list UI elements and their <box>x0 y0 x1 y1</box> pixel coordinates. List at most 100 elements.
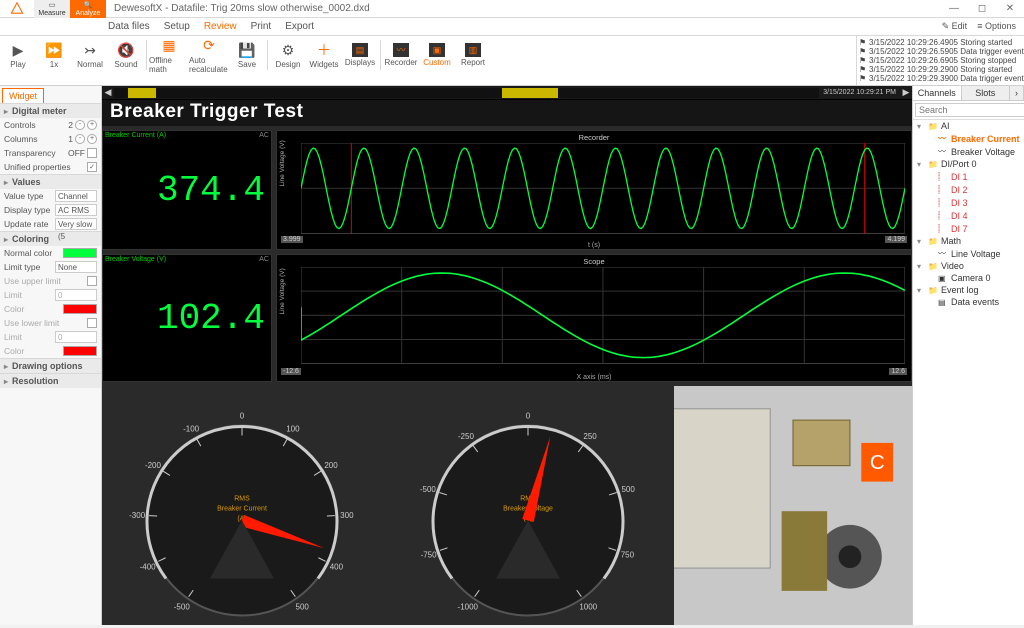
menu-review[interactable]: Review <box>204 21 237 32</box>
channel-tree[interactable]: ▾📁AI〰Breaker Current〰Breaker Voltage▾📁DI… <box>913 120 1024 625</box>
tree-node[interactable]: 〰Line Voltage <box>913 247 1024 260</box>
ribbon-toolbar: ▶Play ⏩1x ↣Normal 🔇Sound ▦Offline math ⟳… <box>0 36 491 74</box>
columns-dec[interactable]: - <box>75 134 85 144</box>
svg-text:-500: -500 <box>420 485 437 494</box>
tree-node[interactable]: ▾📁DI/Port 0 <box>913 158 1024 170</box>
normal-button[interactable]: ↣Normal <box>72 36 108 74</box>
recalc-icon: ⟳ <box>200 37 218 55</box>
use-upper-toggle[interactable] <box>87 276 97 286</box>
menu-setup[interactable]: Setup <box>164 21 190 32</box>
play-icon: ▶ <box>9 41 27 59</box>
tree-node[interactable]: ⸽DI 3 <box>913 196 1024 209</box>
report-button[interactable]: ▥Report <box>455 36 491 74</box>
recorder-button[interactable]: 〰Recorder <box>383 36 419 74</box>
event-row: ⚑3/15/2022 10:29:26.5905 Data trigger ev… <box>859 47 1022 56</box>
maximize-button[interactable]: ◻ <box>968 0 996 18</box>
tree-node[interactable]: ▣Camera 0 <box>913 272 1024 284</box>
upper-limit-field[interactable]: 0 <box>55 289 97 301</box>
svg-text:0: 0 <box>240 412 245 421</box>
channels-panel: Channels Slots › 🔍 ▾ ▾📁AI〰Breaker Curren… <box>912 86 1024 625</box>
magnifier-icon: 🔍 <box>84 1 93 9</box>
svg-text:-1000: -1000 <box>458 603 479 612</box>
tree-node[interactable]: ⸽DI 4 <box>913 209 1024 222</box>
event-row: ⚑3/15/2022 10:29:29.2900 Storing started <box>859 65 1022 74</box>
offline-math-button[interactable]: ▦Offline math <box>149 36 189 74</box>
channel-search-input[interactable] <box>915 103 1024 117</box>
tree-node[interactable]: ⸽DI 1 <box>913 170 1024 183</box>
current-value: 374.4 <box>103 131 271 249</box>
widget-tab[interactable]: Widget <box>2 88 44 103</box>
tree-node[interactable]: ▾📁Math <box>913 235 1024 247</box>
update-rate-select[interactable]: Very slow (5 <box>55 218 97 230</box>
menu-print[interactable]: Print <box>251 21 272 32</box>
upper-color-swatch[interactable] <box>63 304 97 314</box>
minimize-button[interactable]: — <box>940 0 968 18</box>
columns-inc[interactable]: + <box>87 134 97 144</box>
svg-text:Breaker Current: Breaker Current <box>217 506 267 513</box>
widgets-button[interactable]: ＋Widgets <box>306 36 342 74</box>
menu-data-files[interactable]: Data files <box>108 21 150 32</box>
tree-node[interactable]: ▾📁Event log <box>913 284 1024 296</box>
lower-limit-field[interactable]: 0 <box>55 331 97 343</box>
display-type-select[interactable]: AC RMS <box>55 204 97 216</box>
speed-1x-button[interactable]: ⏩1x <box>36 36 72 74</box>
tree-node[interactable]: 〰Breaker Current <box>913 132 1024 145</box>
scope-plot[interactable]: Scope Line Voltage (V) -12.6 12.6 X axis… <box>276 254 912 382</box>
normal-color-swatch[interactable] <box>63 248 97 258</box>
controls-inc[interactable]: + <box>87 120 97 130</box>
digital-meter-voltage[interactable]: Breaker Voltage (V) AC 102.4 <box>102 254 272 382</box>
custom-button[interactable]: ▣Custom <box>419 36 455 74</box>
close-button[interactable]: ✕ <box>996 0 1024 18</box>
auto-recalc-button[interactable]: ⟳Auto recalculate <box>189 36 229 74</box>
mode-measure-label: Measure <box>38 10 65 17</box>
digital-meter-current[interactable]: Breaker Current (A) AC 374.4 <box>102 130 272 250</box>
lower-color-swatch[interactable] <box>63 346 97 356</box>
options-link[interactable]: ≡ Options <box>977 21 1016 32</box>
event-log-panel: ⚑3/15/2022 10:29:26.4905 Storing started… <box>856 36 1024 85</box>
tab-channels[interactable]: Channels <box>913 86 962 100</box>
tree-node[interactable]: ⸽DI 2 <box>913 183 1024 196</box>
limit-type-select[interactable]: None <box>55 261 97 273</box>
tree-node[interactable]: 〰Breaker Voltage <box>913 145 1024 158</box>
menu-export[interactable]: Export <box>285 21 314 32</box>
displays-button[interactable]: ▤Displays <box>342 36 378 74</box>
value-type-select[interactable]: Channel <box>55 190 97 202</box>
section-values[interactable]: Values <box>0 175 101 189</box>
gauge-voltage[interactable]: -1000-750-500-25002505007501000 RMS Brea… <box>388 386 668 625</box>
event-row: ⚑3/15/2022 10:29:29.3900 Data trigger ev… <box>859 74 1022 83</box>
gauge-current[interactable]: -500-400-300-200-1000100200300400500 RMS… <box>102 386 382 625</box>
mode-analyze-label: Analyze <box>76 10 101 17</box>
section-drawing[interactable]: Drawing options <box>0 359 101 373</box>
svg-text:-100: -100 <box>183 425 200 434</box>
timeline-next-icon[interactable]: ▶ <box>900 87 912 98</box>
tab-slots[interactable]: Slots <box>962 86 1011 100</box>
recorder-plot[interactable]: Recorder Line Voltage (V) 3.999 4.199 t … <box>276 130 912 250</box>
transparency-toggle[interactable] <box>87 148 97 158</box>
edit-link[interactable]: ✎ Edit <box>942 21 968 32</box>
ruler-icon: ▭ <box>49 1 56 9</box>
flag-icon: ⚑ <box>859 65 869 74</box>
use-lower-toggle[interactable] <box>87 318 97 328</box>
tree-node[interactable]: ▾📁Video <box>913 260 1024 272</box>
section-coloring[interactable]: Coloring <box>0 232 101 246</box>
timeline-prev-icon[interactable]: ◀ <box>102 87 114 98</box>
section-digital-meter[interactable]: Digital meter <box>0 104 101 118</box>
unified-toggle[interactable]: ✓ <box>87 162 97 172</box>
timeline-bar[interactable]: ◀ 3/15/2022 10:29:21 PM ▶ <box>102 86 912 100</box>
mode-analyze-button[interactable]: 🔍 Analyze <box>70 0 106 18</box>
controls-dec[interactable]: - <box>75 120 85 130</box>
design-button[interactable]: ⚙Design <box>270 36 306 74</box>
tree-node[interactable]: ▤Data events <box>913 296 1024 308</box>
event-row: ⚑3/15/2022 10:29:26.4905 Storing started <box>859 38 1022 47</box>
video-camera-frame[interactable]: C <box>674 386 912 625</box>
save-button[interactable]: 💾Save <box>229 36 265 74</box>
fastforward-icon: ⏩ <box>45 41 63 59</box>
page-title: Breaker Trigger Test <box>102 100 912 126</box>
tab-overflow-icon[interactable]: › <box>1010 86 1024 100</box>
tree-node[interactable]: ⸽DI 7 <box>913 222 1024 235</box>
play-button[interactable]: ▶Play <box>0 36 36 74</box>
mode-measure-button[interactable]: ▭ Measure <box>34 0 70 18</box>
sound-button[interactable]: 🔇Sound <box>108 36 144 74</box>
tree-node[interactable]: ▾📁AI <box>913 120 1024 132</box>
section-resolution[interactable]: Resolution <box>0 374 101 388</box>
